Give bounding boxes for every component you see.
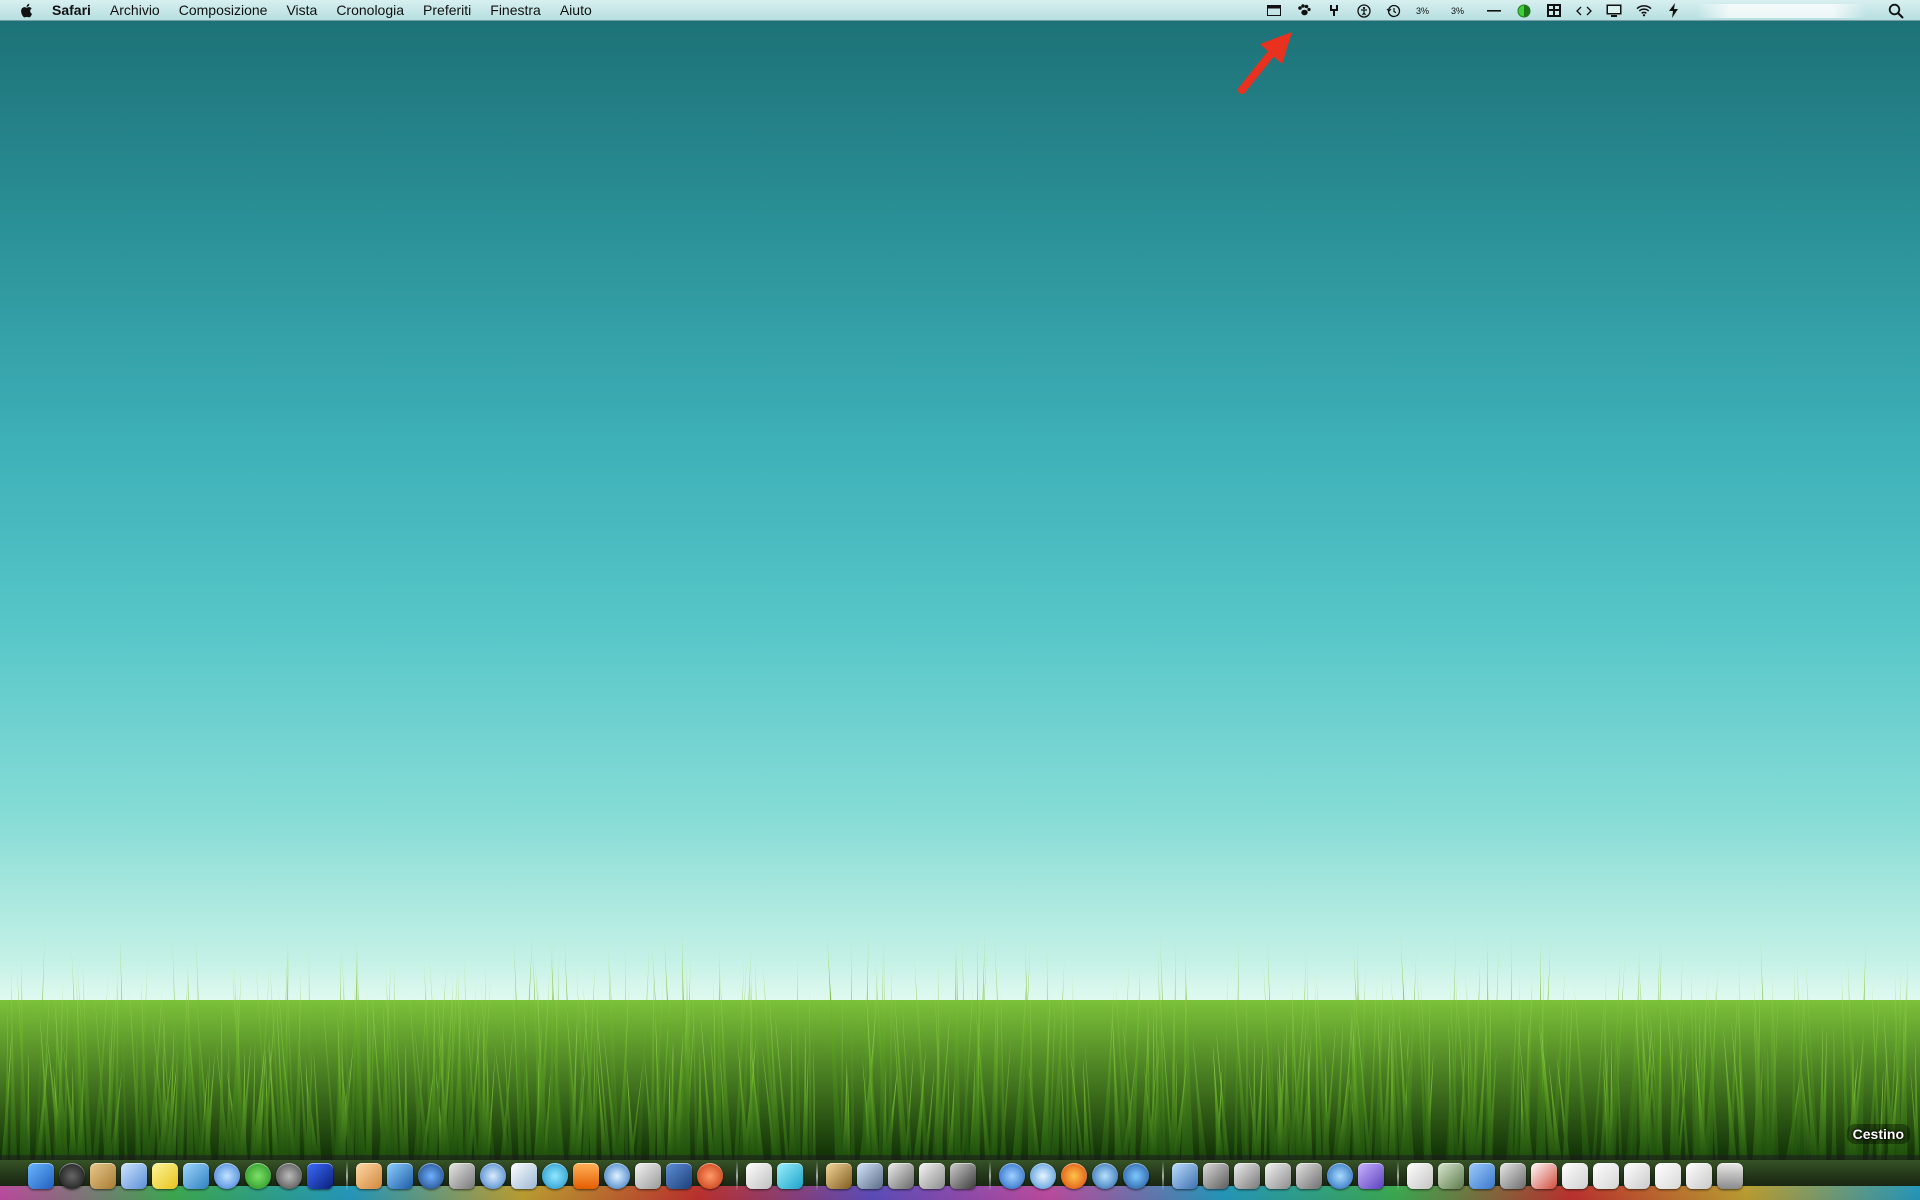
window-icon[interactable]	[1266, 4, 1282, 18]
address-book-icon[interactable]	[90, 1163, 116, 1189]
dock-tooltip: Cestino	[1846, 1124, 1910, 1144]
menu-aiuto[interactable]: Aiuto	[560, 2, 592, 18]
internet-explorer-icon[interactable]	[999, 1163, 1025, 1189]
dock-separator	[1397, 1161, 1399, 1191]
apple-icon[interactable]	[19, 2, 35, 19]
finder-icon[interactable]	[28, 1163, 54, 1189]
globe-app-icon[interactable]	[1092, 1163, 1118, 1189]
menu-app-name[interactable]: Safari	[52, 2, 91, 18]
printer-icon[interactable]	[1265, 1163, 1291, 1189]
network-icon[interactable]	[418, 1163, 444, 1189]
document-stack-icon-5[interactable]	[1686, 1163, 1712, 1189]
code-brackets-icon[interactable]	[1576, 4, 1592, 18]
itunes-icon[interactable]	[214, 1163, 240, 1189]
blue-app-icon[interactable]	[307, 1163, 333, 1189]
photos-icon[interactable]	[857, 1163, 883, 1189]
document-icon[interactable]	[1407, 1163, 1433, 1189]
status-bar: 3% 3%	[1266, 0, 1920, 21]
fe-app-icon[interactable]	[387, 1163, 413, 1189]
preview-icon[interactable]	[121, 1163, 147, 1189]
dock-separator	[346, 1161, 348, 1191]
download-icon[interactable]	[1327, 1163, 1353, 1189]
ipod-icon[interactable]	[635, 1163, 661, 1189]
wifi-icon[interactable]	[1636, 4, 1652, 18]
photo-booth-icon[interactable]	[666, 1163, 692, 1189]
sleep-icon[interactable]	[183, 1163, 209, 1189]
cpu-meter-1[interactable]: 3%	[1416, 6, 1429, 16]
clock-redacted[interactable]	[1696, 3, 1866, 18]
document-stack-icon-2[interactable]	[1593, 1163, 1619, 1189]
time-machine-icon[interactable]	[1386, 4, 1402, 18]
image-capture-icon[interactable]	[1234, 1163, 1260, 1189]
mail-app-icon[interactable]	[356, 1163, 382, 1189]
menu-finestra[interactable]: Finestra	[490, 2, 541, 18]
stickies-icon[interactable]	[152, 1163, 178, 1189]
dvd-icon[interactable]	[480, 1163, 506, 1189]
safari-icon[interactable]	[1030, 1163, 1056, 1189]
menu-cronologia[interactable]: Cronologia	[336, 2, 404, 18]
dock	[0, 1155, 1920, 1200]
trash-icon[interactable]	[1717, 1163, 1743, 1189]
dash-icon[interactable]	[1486, 4, 1502, 18]
grid-icon[interactable]	[1546, 4, 1562, 18]
aqua-app-icon[interactable]	[542, 1163, 568, 1189]
dreamweaver-icon[interactable]	[777, 1163, 803, 1189]
power-icon[interactable]	[1666, 3, 1682, 18]
document-stack-icon-1[interactable]	[1562, 1163, 1588, 1189]
iphoto-icon[interactable]	[826, 1163, 852, 1189]
quicktime-icon[interactable]	[604, 1163, 630, 1189]
cpu-meter-2[interactable]: 3%	[1451, 6, 1464, 16]
disk-utility-icon[interactable]	[1296, 1163, 1322, 1189]
dock-separator	[1162, 1161, 1164, 1191]
display-icon[interactable]	[1606, 4, 1622, 18]
calculator-icon[interactable]	[950, 1163, 976, 1189]
editor-app-icon[interactable]	[919, 1163, 945, 1189]
desktop: Safari Archivio Composizione Vista Crono…	[0, 0, 1920, 1200]
paw-icon[interactable]	[1296, 4, 1312, 18]
document-stack-icon-4[interactable]	[1655, 1163, 1681, 1189]
red-arrow-annotation	[1238, 32, 1292, 94]
dock-separator	[736, 1161, 738, 1191]
purple-app-icon[interactable]	[1358, 1163, 1384, 1189]
dock-separator	[816, 1161, 818, 1191]
mail-icon[interactable]	[1172, 1163, 1198, 1189]
star-app-icon[interactable]	[449, 1163, 475, 1189]
green-status-icon[interactable]	[1516, 4, 1532, 18]
folder-icon[interactable]	[1469, 1163, 1495, 1189]
dock-icons	[28, 1159, 1748, 1193]
textedit-icon[interactable]	[746, 1163, 772, 1189]
dashboard-icon[interactable]	[59, 1163, 85, 1189]
spotlight-search-icon[interactable]	[1888, 3, 1904, 19]
accessibility-icon[interactable]	[1356, 3, 1372, 18]
menu-composizione[interactable]: Composizione	[179, 2, 268, 18]
utility-icon[interactable]	[1203, 1163, 1229, 1189]
menubar: Safari Archivio Composizione Vista Crono…	[0, 0, 1920, 21]
spotify-icon[interactable]	[245, 1163, 271, 1189]
pdf-icon[interactable]	[1531, 1163, 1557, 1189]
network-sync-icon[interactable]	[1123, 1163, 1149, 1189]
dock-separator	[989, 1161, 991, 1191]
camera-icon[interactable]	[888, 1163, 914, 1189]
grass-wallpaper	[0, 930, 1920, 1160]
menu-preferiti[interactable]: Preferiti	[423, 2, 471, 18]
menu-vista[interactable]: Vista	[286, 2, 317, 18]
menu-archivio[interactable]: Archivio	[110, 2, 160, 18]
vlc-icon[interactable]	[573, 1163, 599, 1189]
firefox-icon[interactable]	[1061, 1163, 1087, 1189]
jack-icon[interactable]	[1326, 4, 1342, 18]
system-prefs-icon[interactable]	[276, 1163, 302, 1189]
archive-icon[interactable]	[1438, 1163, 1464, 1189]
browser-app-icon[interactable]	[511, 1163, 537, 1189]
red-app-icon[interactable]	[697, 1163, 723, 1189]
installer-icon[interactable]	[1500, 1163, 1526, 1189]
document-stack-icon-3[interactable]	[1624, 1163, 1650, 1189]
